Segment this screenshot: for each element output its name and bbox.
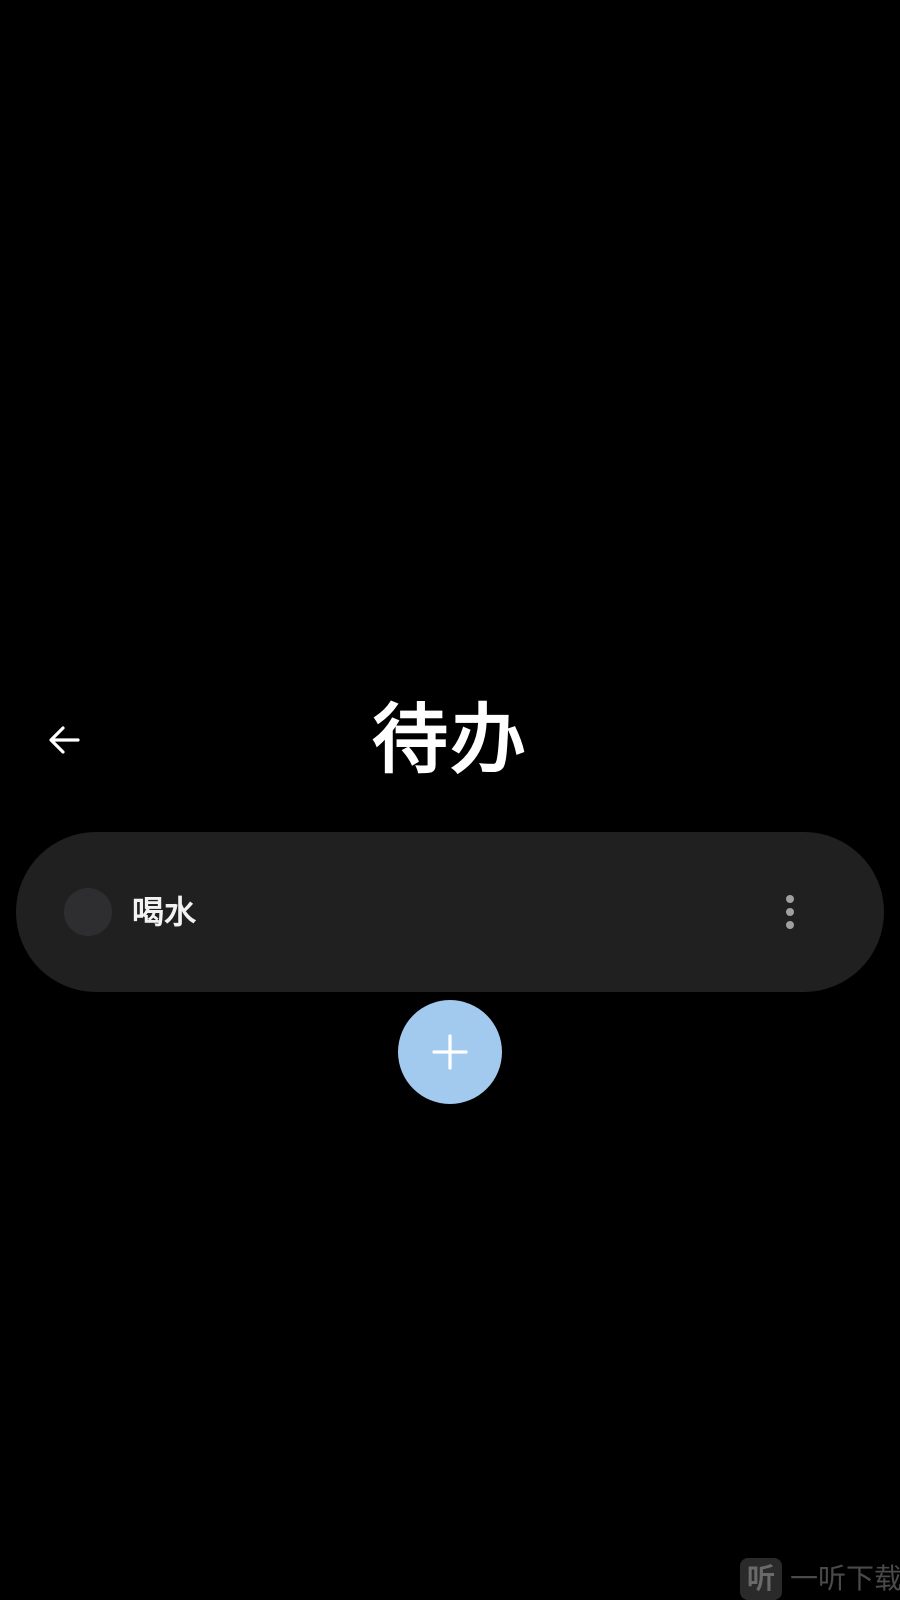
watermark: 听 一听下载 <box>740 1558 900 1600</box>
plus-icon <box>430 1032 470 1072</box>
todo-complete-checkbox[interactable] <box>64 888 112 936</box>
todo-label: 喝水 <box>132 893 197 931</box>
todo-list: 喝水 <box>16 832 884 992</box>
watermark-logo: 听 <box>740 1558 782 1600</box>
todo-more-button[interactable] <box>770 882 810 942</box>
todo-item[interactable]: 喝水 <box>16 832 884 992</box>
todo-screen: 待办 喝水 听 一听下载 <box>0 0 900 1600</box>
watermark-text: 一听下载 <box>790 1562 900 1595</box>
page-title: 待办 <box>372 695 528 784</box>
add-todo-button[interactable] <box>398 1000 502 1104</box>
header: 待办 <box>0 690 900 790</box>
more-vertical-icon <box>786 895 794 929</box>
